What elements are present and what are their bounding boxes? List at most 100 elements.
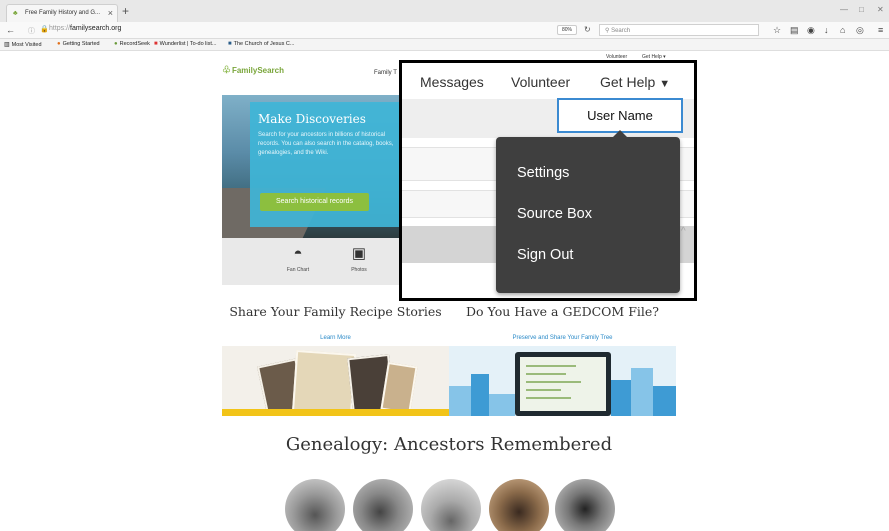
menu-item-source-box[interactable]: Source Box xyxy=(517,206,592,222)
gedcom-laptop-image xyxy=(449,346,676,416)
fan-chart-tool[interactable]: ◓ Fan Chart xyxy=(273,245,323,273)
tools-strip: ◓ Fan Chart ▣ Photos xyxy=(222,238,405,285)
ancestor-photo[interactable] xyxy=(421,479,481,531)
card-title: Share Your Family Recipe Stories xyxy=(229,304,442,319)
old-photo xyxy=(380,361,418,415)
decor-block xyxy=(653,386,676,416)
browser-search-box[interactable]: ⚲ Search xyxy=(599,24,759,36)
familysearch-favicon-icon: ♣ xyxy=(13,10,18,17)
search-icon: ⚲ xyxy=(605,28,610,34)
zoom-level[interactable]: 80% xyxy=(557,25,577,35)
learn-more-link[interactable]: Learn More xyxy=(222,335,449,341)
home-icon[interactable]: ⌂ xyxy=(840,25,845,35)
bookmark-label: Getting Started xyxy=(62,41,100,47)
bookmark-star-icon[interactable]: ☆ xyxy=(773,25,781,35)
photos-icon: ▣ xyxy=(351,245,367,262)
nav-volunteer[interactable]: Volunteer xyxy=(511,74,570,90)
dropdown-callout: ^ Messages Volunteer Get Help ▼ User Name… xyxy=(399,60,697,301)
wunderlist-icon: ■ xyxy=(154,41,158,47)
familysearch-logo[interactable]: ♧FamilySearch xyxy=(222,65,284,76)
ancestor-photo[interactable] xyxy=(489,479,549,531)
username-button[interactable]: User Name xyxy=(557,98,683,133)
recipe-photos-image xyxy=(222,346,449,416)
preserve-share-link[interactable]: Preserve and Share Your Family Tree xyxy=(449,335,676,341)
extension-icon[interactable]: ◎ xyxy=(856,25,864,35)
bookmark-label: Most Visited xyxy=(11,42,42,48)
decor-block xyxy=(449,386,471,416)
search-records-button[interactable]: Search historical records xyxy=(260,193,369,211)
bookmark-label: RecordSeek xyxy=(119,41,150,47)
menu-item-settings[interactable]: Settings xyxy=(517,165,569,181)
user-dropdown-menu: Settings Source Box Sign Out xyxy=(496,130,680,293)
gedcom-card[interactable]: Do You Have a GEDCOM File? Preserve and … xyxy=(449,302,676,416)
menu-item-sign-out[interactable]: Sign Out xyxy=(517,247,573,263)
card-title: Do You Have a GEDCOM File? xyxy=(466,304,659,319)
recipe-stories-card[interactable]: Share Your Family Recipe Stories Learn M… xyxy=(222,302,449,416)
close-tab-icon[interactable]: × xyxy=(108,8,113,18)
nav-family-tree[interactable]: Family T xyxy=(374,70,397,76)
url-domain: familysearch.org xyxy=(70,25,122,32)
decor-block xyxy=(611,380,631,416)
decor-line xyxy=(526,365,576,367)
bookmark-church[interactable]: ■ The Church of Jesus C... xyxy=(228,41,294,47)
hero-title: Make Discoveries xyxy=(258,112,366,126)
close-window-icon[interactable]: ✕ xyxy=(877,5,884,14)
decor-block xyxy=(489,394,515,416)
church-icon: ■ xyxy=(228,41,232,47)
ancestor-photo[interactable] xyxy=(353,479,413,531)
ancestor-photo[interactable] xyxy=(285,479,345,531)
address-bar[interactable]: https://familysearch.org xyxy=(49,25,121,32)
folder-icon: ▥ xyxy=(4,42,10,48)
new-tab-icon[interactable]: + xyxy=(122,5,129,17)
maximize-icon[interactable]: □ xyxy=(859,5,864,14)
decor-line xyxy=(526,381,581,383)
menu-icon[interactable]: ≡ xyxy=(878,25,883,35)
bookmarks-bar: ▥ Most Visited ● Getting Started ● RecordSe… xyxy=(0,39,889,51)
decor-line xyxy=(526,389,561,391)
bookmark-recordseek[interactable]: ● RecordSeek xyxy=(114,41,150,47)
info-icon[interactable]: ⓘ xyxy=(28,26,35,36)
photos-tool[interactable]: ▣ Photos xyxy=(334,245,384,273)
url-prefix: https:// xyxy=(49,25,71,32)
tree-logo-icon: ♧ xyxy=(222,65,231,76)
yellow-stripe xyxy=(222,409,449,416)
bookmark-most-visited[interactable]: ▥ Most Visited xyxy=(4,41,42,48)
back-icon[interactable]: ← xyxy=(6,25,15,35)
laptop-icon xyxy=(515,352,611,416)
decor-line xyxy=(526,397,571,399)
menu-pointer xyxy=(612,130,628,138)
search-placeholder: Search xyxy=(611,28,631,34)
hero-box: Make Discoveries Search for your ancesto… xyxy=(250,102,405,227)
bookmark-label: Wunderlist | To-do list... xyxy=(159,41,217,47)
caret-down-icon: ▼ xyxy=(659,78,671,90)
tool-label: Photos xyxy=(351,267,367,273)
tool-label: Fan Chart xyxy=(286,267,310,273)
browser-tab-bar: ♣ Free Family History and G... × + — □ ✕ xyxy=(0,0,889,22)
firefox-icon: ● xyxy=(57,41,61,47)
bookmark-label: The Church of Jesus C... xyxy=(233,41,295,47)
browser-nav-bar: ← ⓘ 🔒 https://familysearch.org 80% ↻ ⚲ S… xyxy=(0,22,889,39)
recordseek-icon: ● xyxy=(114,41,118,47)
nav-messages[interactable]: Messages xyxy=(420,74,484,90)
get-help-label: Get Help xyxy=(600,74,656,90)
browser-tab[interactable]: ♣ Free Family History and G... × xyxy=(6,4,118,22)
fan-chart-icon: ◓ xyxy=(293,245,303,262)
lock-icon: 🔒 xyxy=(40,26,49,33)
reload-icon[interactable]: ↻ xyxy=(584,25,591,34)
decor-block xyxy=(471,374,489,416)
hero-text: Search for your ancestors in billions of… xyxy=(258,132,394,156)
tab-title: Free Family History and G... xyxy=(25,10,101,16)
pocket-icon[interactable]: ◉ xyxy=(807,25,815,35)
hero-banner: Make Discoveries Search for your ancesto… xyxy=(222,95,405,238)
logo-text: FamilySearch xyxy=(231,66,284,75)
ancestor-photo[interactable] xyxy=(555,479,615,531)
bookmark-getting-started[interactable]: ● Getting Started xyxy=(57,41,100,47)
nav-get-help[interactable]: Get Help ▼ xyxy=(600,74,670,90)
minimize-icon[interactable]: — xyxy=(840,5,848,14)
reading-list-icon[interactable]: ▤ xyxy=(790,25,799,35)
download-icon[interactable]: ↓ xyxy=(824,25,829,35)
bookmark-wunderlist[interactable]: ■ Wunderlist | To-do list... xyxy=(154,41,216,47)
laptop-screen xyxy=(520,357,606,411)
chevron-up-icon: ^ xyxy=(681,226,686,237)
decor-line xyxy=(526,373,566,375)
